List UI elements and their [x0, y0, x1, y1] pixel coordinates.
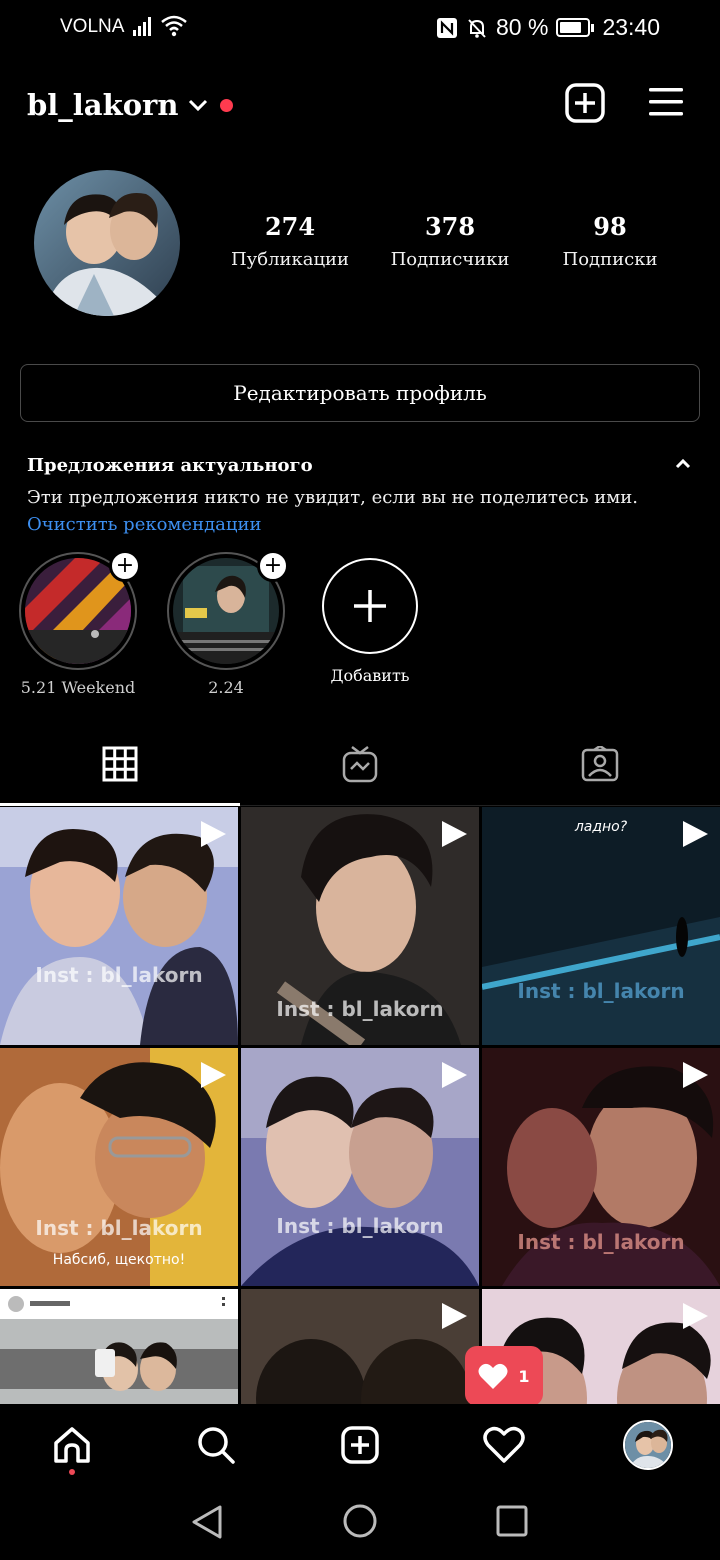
- post-thumbnail[interactable]: Inst : bl_lakorn: [0, 807, 238, 1045]
- suggestions-description: Эти предложения никто не увидит, если вы…: [27, 487, 638, 508]
- highlight-label: 2.24: [208, 678, 244, 697]
- battery-icon: [556, 18, 591, 37]
- posts-stat[interactable]: 274 Публикации: [210, 212, 370, 270]
- menu-icon[interactable]: [648, 87, 684, 117]
- highlight-label: 5.21 Weekend: [20, 678, 136, 697]
- posts-label: Публикации: [230, 249, 350, 270]
- video-icon: [683, 1303, 708, 1329]
- post-watermark: Inst : bl_lakorn: [517, 979, 685, 1003]
- activity-notification-bubble[interactable]: 1: [465, 1346, 543, 1406]
- edit-profile-button[interactable]: Редактировать профиль: [20, 364, 700, 422]
- home-icon: [54, 1427, 90, 1463]
- followers-stat[interactable]: 378 Подписчики: [370, 212, 530, 270]
- plus-icon: [354, 590, 386, 622]
- post-watermark: Inst : bl_lakorn: [276, 1214, 444, 1238]
- nav-create[interactable]: [320, 1405, 400, 1485]
- back-icon[interactable]: [190, 1504, 224, 1540]
- nav-home[interactable]: [32, 1405, 112, 1485]
- igtv-icon: [342, 745, 378, 782]
- nfc-icon: [437, 17, 457, 38]
- new-highlight[interactable]: Добавить: [311, 552, 429, 685]
- grid-icon: [102, 746, 138, 781]
- post-watermark: Inst : bl_lakorn: [276, 997, 444, 1021]
- system-navigation-bar: [0, 1486, 720, 1560]
- chevron-up-icon[interactable]: [674, 458, 692, 470]
- heart-icon: [478, 1363, 508, 1389]
- bottom-navigation: [0, 1404, 720, 1486]
- carrier-name: VOLNA: [60, 16, 125, 37]
- add-to-highlight-button[interactable]: +: [109, 550, 141, 582]
- home-activity-dot: [69, 1469, 75, 1475]
- post-thumbnail[interactable]: Inst : bl_lakorn: [241, 807, 479, 1045]
- tab-grid[interactable]: [0, 722, 240, 806]
- profile-tabs: [0, 722, 720, 806]
- video-icon: [201, 1062, 226, 1088]
- new-post-icon[interactable]: [565, 83, 605, 123]
- recents-icon[interactable]: [496, 1505, 528, 1537]
- followers-count: 378: [424, 212, 476, 241]
- mute-bell-icon: [468, 18, 486, 38]
- notification-count: 1: [518, 1366, 530, 1386]
- avatar: [623, 1420, 673, 1470]
- account-switcher[interactable]: bl_lakorn: [27, 88, 234, 122]
- avatar-image: [34, 170, 180, 316]
- video-icon: [683, 821, 708, 847]
- tab-tagged[interactable]: [480, 722, 720, 805]
- search-icon: [198, 1427, 235, 1464]
- post-watermark: Inst : bl_lakorn: [35, 1216, 203, 1240]
- nav-search[interactable]: [176, 1405, 256, 1485]
- post-thumbnail[interactable]: Inst : bl_lakorn Набсиб, щекотно!: [0, 1048, 238, 1286]
- video-icon: [442, 821, 467, 847]
- post-watermark: Inst : bl_lakorn: [35, 963, 203, 987]
- wifi-icon: [161, 15, 187, 37]
- following-count: 98: [593, 212, 627, 241]
- following-stat[interactable]: 98 Подписки: [530, 212, 690, 270]
- post-thumbnail[interactable]: Inst : bl_lakorn: [241, 1048, 479, 1286]
- video-icon: [683, 1062, 708, 1088]
- suggestions-title: Предложения актуального: [27, 455, 313, 476]
- post-caption: Набсиб, щекотно!: [52, 1252, 186, 1268]
- heart-outline-icon: [483, 1426, 525, 1463]
- signal-icon: [133, 17, 151, 36]
- username: bl_lakorn: [27, 88, 179, 122]
- home-button-icon[interactable]: [342, 1503, 378, 1539]
- clear-suggestions-link[interactable]: Очистить рекомендации: [27, 514, 261, 535]
- status-bar: VOLNA 80 % 23:40: [0, 0, 720, 56]
- add-to-highlight-button[interactable]: +: [257, 550, 289, 582]
- posts-count: 274: [264, 212, 316, 241]
- nav-activity[interactable]: [464, 1405, 544, 1485]
- tagged-icon: [581, 745, 619, 781]
- chevron-down-icon: [189, 99, 208, 112]
- new-post-icon: [341, 1426, 379, 1464]
- add-highlight-label: Добавить: [330, 666, 410, 685]
- notification-dot: [220, 98, 234, 112]
- post-watermark: Inst : bl_lakorn: [517, 1230, 685, 1254]
- clock: 23:40: [602, 14, 660, 40]
- following-label: Подписки: [562, 249, 658, 270]
- profile-stats: 274 Публикации 378 Подписчики 98 Подписк…: [210, 212, 690, 270]
- nav-profile[interactable]: [608, 1405, 688, 1485]
- profile-avatar[interactable]: [34, 170, 180, 316]
- tab-igtv[interactable]: [240, 722, 480, 805]
- followers-label: Подписчики: [390, 249, 510, 270]
- video-icon: [442, 1303, 467, 1329]
- highlight-item[interactable]: + 5.21 Weekend: [19, 550, 141, 697]
- battery-percent: 80 %: [496, 14, 549, 40]
- add-highlight-button[interactable]: [322, 558, 418, 654]
- post-thumbnail[interactable]: Inst : bl_lakorn: [482, 1048, 720, 1286]
- post-thumbnail[interactable]: ладно? Inst : bl_lakorn: [482, 807, 720, 1045]
- profile-header: bl_lakorn: [0, 70, 720, 150]
- highlight-item[interactable]: + 2.24: [167, 550, 289, 697]
- video-icon: [201, 821, 226, 847]
- video-icon: [442, 1062, 467, 1088]
